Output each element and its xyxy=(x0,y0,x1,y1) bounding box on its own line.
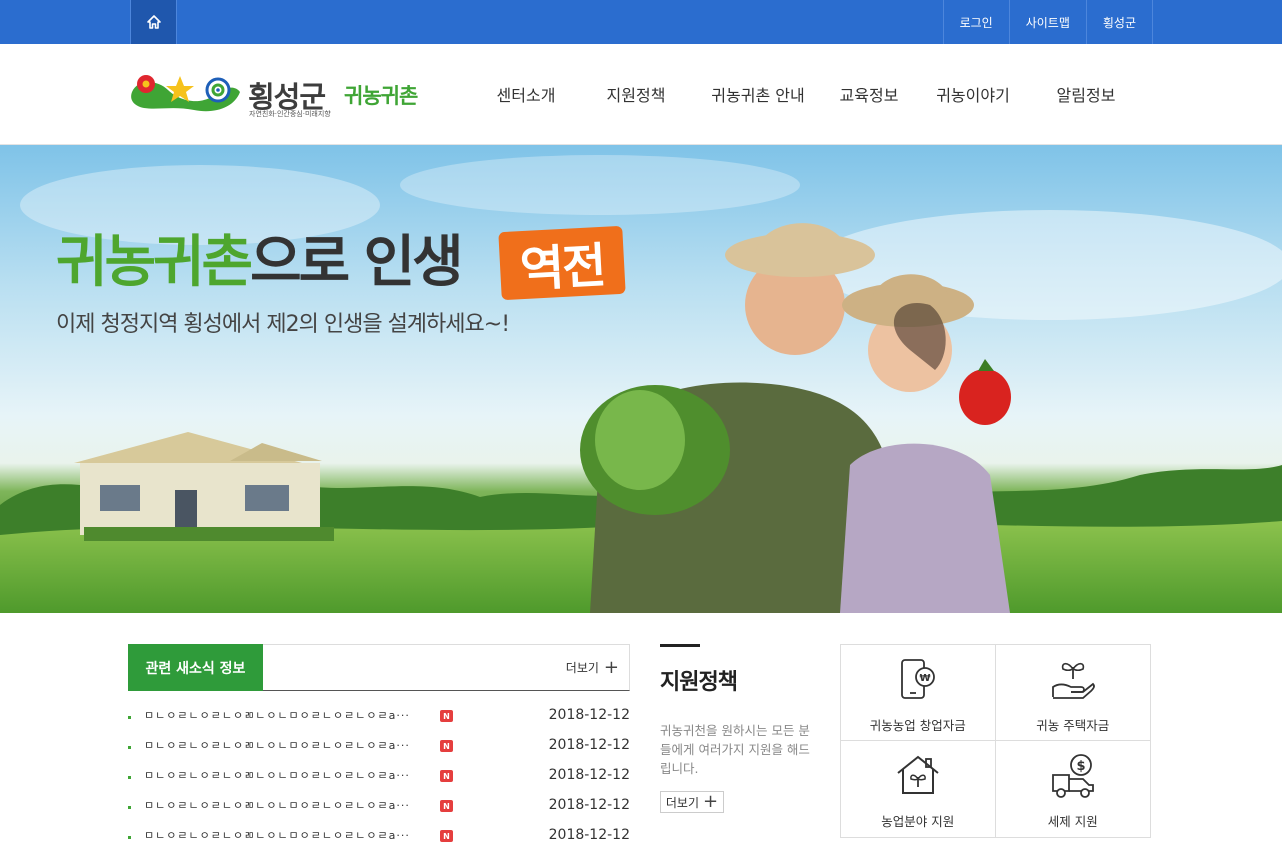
news-board: 관련 새소식 정보 더보기 + ㅁㄴㅇㄹㄴㅇㄹㄴㅇㄻㄴㅇㄴㅁㅇㄹㄴㅇㄹㄴㅇㄹa·… xyxy=(128,644,630,844)
news-item-title[interactable]: ㅁㄴㅇㄹㄴㅇㄹㄴㅇㄻㄴㅇㄴㅁㅇㄹㄴㅇㄹㄴㅇㄹa··· xyxy=(144,707,410,723)
news-list: ㅁㄴㅇㄹㄴㅇㄹㄴㅇㄻㄴㅇㄴㅁㅇㄹㄴㅇㄹㄴㅇㄹa··· N 2018-12-12 … xyxy=(128,701,630,851)
news-item-date: 2018-12-12 xyxy=(548,767,630,783)
top-links: 로그인 사이트맵 횡성군 xyxy=(942,0,1153,44)
support-tax[interactable]: $ 세제 지원 xyxy=(996,741,1151,837)
nav-notices[interactable]: 알림정보 xyxy=(1032,44,1140,144)
hero-banner: 귀농귀촌으로 인생 역전 이제 청정지역 횡성에서 제2의 인생을 설계하세요~… xyxy=(0,145,1282,613)
nav-education[interactable]: 교육정보 xyxy=(824,44,914,144)
main-nav: 센터소개 지원정책 귀농귀촌 안내 교육정보 귀농이야기 알림정보 xyxy=(472,44,1140,144)
nav-support-policy[interactable]: 지원정책 xyxy=(580,44,692,144)
nav-stories[interactable]: 귀농이야기 xyxy=(914,44,1032,144)
news-list-item[interactable]: ㅁㄴㅇㄹㄴㅇㄹㄴㅇㄻㄴㅇㄴㅁㅇㄹㄴㅇㄹㄴㅇㄹa··· N 2018-12-12 xyxy=(128,701,630,731)
nav-center-intro[interactable]: 센터소개 xyxy=(472,44,580,144)
support-housing-fund[interactable]: 귀농 주택자금 xyxy=(995,645,1150,741)
hero-headline-dark: 으로 인생 xyxy=(250,230,464,295)
news-item-title[interactable]: ㅁㄴㅇㄹㄴㅇㄹㄴㅇㄻㄴㅇㄴㅁㅇㄹㄴㅇㄹㄴㅇㄹa··· xyxy=(144,737,410,753)
county-link[interactable]: 횡성군 xyxy=(1085,0,1153,44)
truck-dollar-icon: $ xyxy=(1051,754,1094,798)
bullet-icon xyxy=(128,836,131,839)
support-label: 농업분야 지원 xyxy=(881,814,955,829)
section-accent-bar xyxy=(660,644,700,647)
news-item-title[interactable]: ㅁㄴㅇㄹㄴㅇㄹㄴㅇㄻㄴㅇㄴㅁㅇㄹㄴㅇㄹㄴㅇㄹa··· xyxy=(144,797,410,813)
support-policy-section: 지원정책 귀농귀천을 원하시는 모든 분들에게 여러가지 지원을 해드립니다. … xyxy=(660,644,820,824)
mobile-won-icon: ₩ xyxy=(900,659,935,699)
new-badge: N xyxy=(440,770,453,782)
hero-headline: 귀농귀촌으로 인생 xyxy=(56,230,464,295)
svg-text:$: $ xyxy=(1076,759,1085,774)
home-button[interactable] xyxy=(130,0,177,44)
news-item-date: 2018-12-12 xyxy=(548,707,630,723)
bullet-icon xyxy=(128,746,131,749)
news-list-item[interactable]: ㅁㄴㅇㄹㄴㅇㄹㄴㅇㄻㄴㅇㄴㅁㅇㄹㄴㅇㄹㄴㅇㄹa··· N 2018-12-12 xyxy=(128,731,630,761)
support-grid: ₩ 귀농농업 창업자금 귀농 주택자금 농업분야 지원 $ 세제 지원 xyxy=(840,644,1151,838)
county-emblem-icon xyxy=(131,75,240,112)
new-badge: N xyxy=(440,830,453,842)
news-list-item[interactable]: ㅁㄴㅇㄹㄴㅇㄹㄴㅇㄻㄴㅇㄴㅁㅇㄹㄴㅇㄹㄴㅇㄹa··· N 2018-12-12 xyxy=(128,821,630,851)
plus-icon: + xyxy=(603,656,619,678)
home-icon xyxy=(146,15,161,29)
hero-subline: 이제 청정지역 횡성에서 제2의 인생을 설계하세요~! xyxy=(56,312,510,337)
top-bar: 로그인 사이트맵 횡성군 xyxy=(0,0,1282,44)
news-item-date: 2018-12-12 xyxy=(548,737,630,753)
news-more-link[interactable]: 더보기 + xyxy=(565,656,619,678)
login-link[interactable]: 로그인 xyxy=(942,0,1009,44)
news-item-date: 2018-12-12 xyxy=(548,797,630,813)
logo-subtitle: 귀농귀촌 xyxy=(344,84,418,108)
news-item-title[interactable]: ㅁㄴㅇㄹㄴㅇㄹㄴㅇㄻㄴㅇㄴㅁㅇㄹㄴㅇㄹㄴㅇㄹa··· xyxy=(144,827,410,843)
support-label: 세제 지원 xyxy=(1047,814,1098,829)
site-logo[interactable]: 횡성군 귀농귀촌 자연친화·인간중심·미래지향 xyxy=(128,68,428,128)
hero-landscape-image xyxy=(0,155,1282,613)
news-list-item[interactable]: ㅁㄴㅇㄹㄴㅇㄹㄴㅇㄻㄴㅇㄴㅁㅇㄹㄴㅇㄹㄴㅇㄹa··· N 2018-12-12 xyxy=(128,791,630,821)
support-label: 귀농농업 창업자금 xyxy=(869,718,966,733)
new-badge: N xyxy=(440,800,453,812)
hero-headline-green: 귀농귀촌 xyxy=(56,230,253,295)
policy-title: 지원정책 xyxy=(660,670,738,695)
policy-more-button[interactable]: 더보기 + xyxy=(660,791,724,813)
nav-return-guide[interactable]: 귀농귀촌 안내 xyxy=(692,44,824,144)
new-badge: N xyxy=(440,740,453,752)
site-header: 횡성군 귀농귀촌 자연친화·인간중심·미래지향 센터소개 지원정책 귀농귀촌 안… xyxy=(0,44,1282,145)
bullet-icon xyxy=(128,776,131,779)
news-item-date: 2018-12-12 xyxy=(548,827,630,843)
news-board-header: 관련 새소식 정보 더보기 + xyxy=(128,644,630,691)
policy-more-label: 더보기 xyxy=(665,795,700,810)
new-badge: N xyxy=(440,710,453,722)
svg-text:₩: ₩ xyxy=(919,673,930,684)
news-list-item[interactable]: ㅁㄴㅇㄹㄴㅇㄹㄴㅇㄻㄴㅇㄴㅁㅇㄹㄴㅇㄹㄴㅇㄹa··· N 2018-12-12 xyxy=(128,761,630,791)
news-more-label: 더보기 xyxy=(565,661,599,675)
support-agriculture[interactable]: 농업분야 지원 xyxy=(841,741,996,837)
policy-description: 귀농귀천을 원하시는 모든 분들에게 여러가지 지원을 해드립니다. xyxy=(660,723,810,776)
plus-icon: + xyxy=(703,791,719,812)
house-sprout-icon xyxy=(897,755,939,794)
hero-headline-badge: 역전 xyxy=(498,225,626,301)
sitemap-link[interactable]: 사이트맵 xyxy=(1008,0,1086,44)
support-startup-fund[interactable]: ₩ 귀농농업 창업자금 xyxy=(841,645,996,741)
news-item-title[interactable]: ㅁㄴㅇㄹㄴㅇㄹㄴㅇㄻㄴㅇㄴㅁㅇㄹㄴㅇㄹㄴㅇㄹa··· xyxy=(144,767,410,783)
bullet-icon xyxy=(128,806,131,809)
hand-sprout-icon xyxy=(1051,662,1095,699)
logo-tagline: 자연친화·인간중심·미래지향 xyxy=(249,110,331,118)
news-tab[interactable]: 관련 새소식 정보 xyxy=(128,644,263,691)
bullet-icon xyxy=(128,716,131,719)
support-label: 귀농 주택자금 xyxy=(1036,718,1110,733)
